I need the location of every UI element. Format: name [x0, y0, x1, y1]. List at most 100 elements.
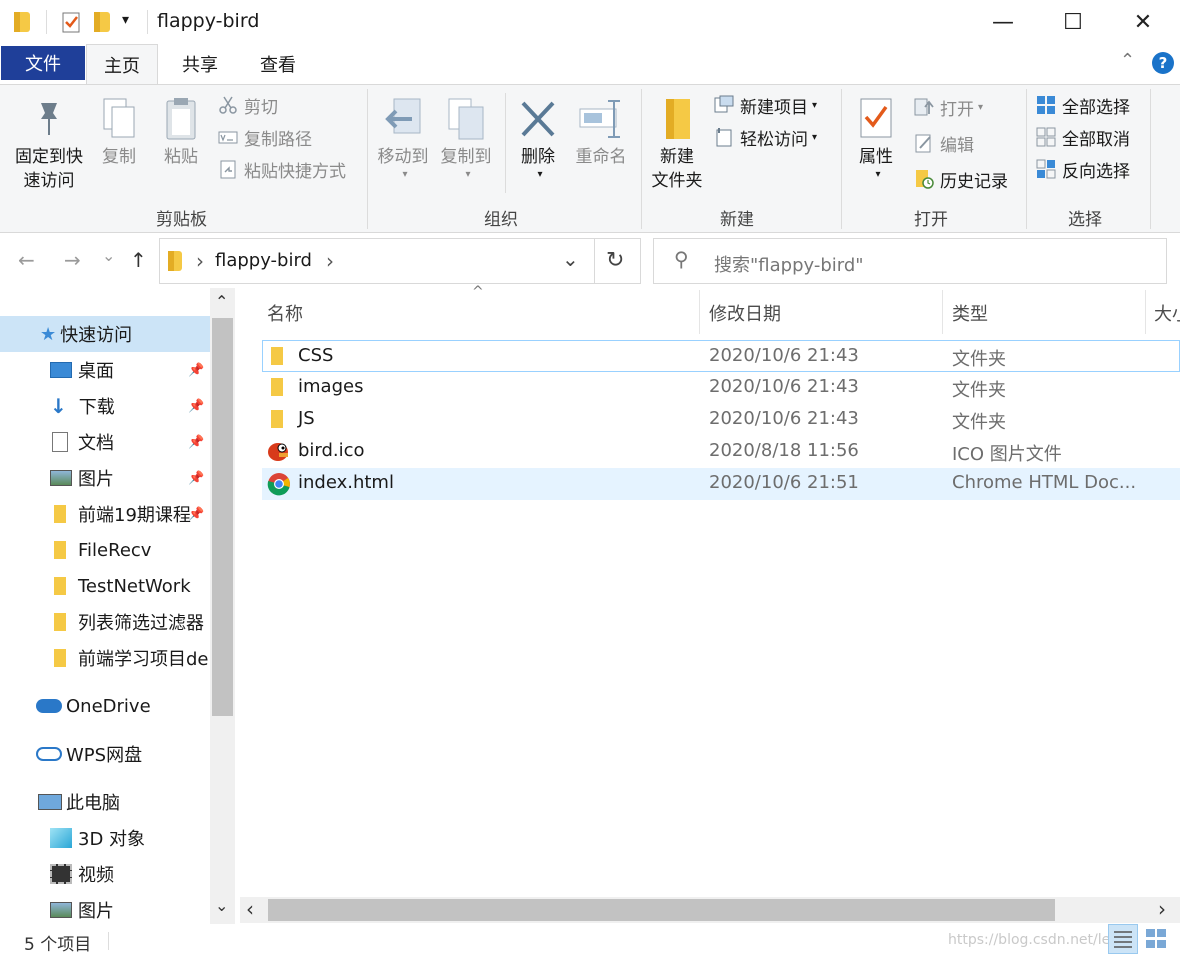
- quick-access-dropdown-icon[interactable]: ▾: [122, 12, 129, 28]
- nav-item-course-folder[interactable]: 前端19期课程 📌: [0, 496, 210, 532]
- folder-icon: [54, 505, 66, 523]
- nav-item-3d-objects[interactable]: 3D 对象: [0, 820, 210, 856]
- column-header-size[interactable]: 大小: [1154, 300, 1180, 326]
- delete-button[interactable]: 删除 ▾: [512, 97, 564, 187]
- search-placeholder[interactable]: 搜索"flappy-bird": [714, 251, 864, 277]
- tab-share[interactable]: 共享: [166, 44, 234, 84]
- details-view-button[interactable]: [1108, 924, 1138, 954]
- copy-path-button[interactable]: 复制路径: [218, 123, 312, 151]
- nav-pc-pictures-label: 图片: [78, 901, 114, 922]
- select-all-button[interactable]: 全部选择: [1036, 91, 1130, 119]
- file-list-hscroll-thumb[interactable]: [268, 899, 1055, 921]
- copy-to-button[interactable]: 复制到 ▾: [436, 97, 496, 187]
- tab-home[interactable]: 主页: [86, 44, 158, 84]
- large-icons-view-icon: [1146, 929, 1166, 948]
- nav-item-documents[interactable]: 文档 📌: [0, 424, 210, 460]
- ribbon-tabs: 文件 主页 共享 查看: [0, 44, 1180, 84]
- easy-access-button[interactable]: 轻松访问 ▾: [714, 123, 817, 151]
- nav-quick-access[interactable]: ★ 快速访问: [0, 316, 210, 352]
- file-row[interactable]: JS 2020/10/6 21:43 文件夹: [262, 404, 1180, 436]
- nav-item-videos[interactable]: 视频: [0, 856, 210, 892]
- scroll-right-icon[interactable]: ›: [1158, 897, 1166, 921]
- nav-item-list-filter[interactable]: 列表筛选过滤器: [0, 604, 210, 640]
- properties-button[interactable]: 属性 ▾: [848, 97, 904, 187]
- history-button[interactable]: 历史记录: [914, 165, 1008, 193]
- file-row[interactable]: bird.ico 2020/8/18 11:56 ICO 图片文件: [262, 436, 1180, 468]
- nav-onedrive[interactable]: OneDrive: [0, 688, 210, 724]
- new-folder-button[interactable]: 新建 文件夹: [646, 97, 708, 193]
- nav-wps-drive[interactable]: WPS网盘: [0, 736, 210, 772]
- forward-arrow-icon[interactable]: →: [64, 248, 81, 272]
- file-name: images: [298, 376, 364, 397]
- folder-icon: [271, 378, 283, 396]
- file-row[interactable]: images 2020/10/6 21:43 文件夹: [262, 372, 1180, 404]
- open-button[interactable]: 打开 ▾: [914, 93, 983, 121]
- column-header-date[interactable]: 修改日期: [709, 300, 781, 326]
- column-header-name[interactable]: 名称: [267, 300, 303, 326]
- invert-selection-button[interactable]: 反向选择: [1036, 155, 1130, 183]
- up-arrow-icon[interactable]: ↑: [130, 248, 147, 272]
- nav-item-downloads[interactable]: ↓ 下载 📌: [0, 388, 210, 424]
- nav-documents-label: 文档: [78, 433, 114, 454]
- tab-file[interactable]: 文件: [1, 46, 85, 80]
- back-arrow-icon[interactable]: ←: [18, 248, 35, 272]
- recent-locations-icon[interactable]: ⌄: [102, 246, 115, 265]
- paste-shortcut-button[interactable]: 粘贴快捷方式: [218, 155, 346, 183]
- pin-icon: 📌: [188, 434, 205, 450]
- refresh-icon[interactable]: ↻: [606, 248, 624, 273]
- edit-button[interactable]: 编辑: [914, 129, 974, 157]
- file-date: 2020/8/18 11:56: [709, 440, 859, 461]
- new-item-label: 新建项目: [740, 97, 808, 118]
- file-row[interactable]: index.html 2020/10/6 21:51 Chrome HTML D…: [262, 468, 1180, 500]
- nav-onedrive-label: OneDrive: [66, 695, 151, 717]
- search-box[interactable]: ⚲ 搜索"flappy-bird": [653, 238, 1167, 284]
- nav-item-testnetwork[interactable]: TestNetWork: [0, 568, 210, 604]
- nav-item-filerecv[interactable]: FileRecv: [0, 532, 210, 568]
- breadcrumb-separator-icon[interactable]: ›: [196, 249, 204, 273]
- new-folder-quick-icon[interactable]: [94, 12, 110, 32]
- nav-item-pictures[interactable]: 图片 📌: [0, 460, 210, 496]
- scroll-left-icon[interactable]: ‹: [246, 897, 254, 921]
- close-button[interactable]: ✕: [1108, 0, 1178, 44]
- scroll-down-icon[interactable]: ⌄: [215, 896, 228, 915]
- wps-cloud-icon: [36, 747, 62, 761]
- address-dropdown-icon[interactable]: ⌄: [562, 247, 579, 271]
- desktop-icon: [50, 362, 72, 378]
- nav-item-frontend-project[interactable]: 前端学习项目de: [0, 640, 210, 676]
- move-to-button[interactable]: 移动到 ▾: [372, 97, 434, 187]
- tab-view[interactable]: 查看: [244, 44, 312, 84]
- file-row[interactable]: CSS 2020/10/6 21:43 文件夹: [262, 340, 1180, 372]
- maximize-button[interactable]: ☐: [1038, 0, 1108, 44]
- folder-icon: [54, 613, 66, 631]
- column-header-type[interactable]: 类型: [952, 300, 988, 326]
- breadcrumb-trail-separator-icon[interactable]: ›: [326, 249, 334, 273]
- column-divider[interactable]: [1145, 290, 1146, 334]
- copy-button[interactable]: 复制: [96, 97, 142, 169]
- select-none-button[interactable]: 全部取消: [1036, 123, 1130, 151]
- subgroup-separator: [505, 93, 506, 193]
- address-bar[interactable]: › flappy-bird › ⌄ ↻: [159, 238, 641, 284]
- nav-list-filter-label: 列表筛选过滤器: [78, 613, 204, 634]
- breadcrumb-segment[interactable]: flappy-bird: [215, 250, 312, 271]
- nav-item-desktop[interactable]: 桌面 📌: [0, 352, 210, 388]
- minimize-button[interactable]: —: [968, 0, 1038, 44]
- sort-indicator-icon: ^: [472, 284, 484, 300]
- scroll-up-icon[interactable]: ⌃: [215, 292, 228, 311]
- help-icon[interactable]: ?: [1152, 52, 1174, 74]
- cut-button[interactable]: 剪切: [218, 91, 278, 119]
- easy-access-icon: [714, 127, 734, 147]
- properties-quick-icon[interactable]: [60, 11, 82, 33]
- nav-this-pc[interactable]: 此电脑: [0, 784, 210, 820]
- column-divider[interactable]: [699, 290, 700, 334]
- column-divider[interactable]: [942, 290, 943, 334]
- rename-button[interactable]: 重命名: [570, 97, 632, 169]
- nav-pane-scroll-thumb[interactable]: [212, 318, 233, 716]
- new-item-button[interactable]: 新建项目 ▾: [714, 91, 817, 119]
- collapse-ribbon-icon[interactable]: ⌃: [1120, 50, 1135, 71]
- nav-item-pc-pictures[interactable]: 图片: [0, 892, 210, 928]
- pin-to-quick-access-button[interactable]: 固定到快 速访问: [8, 97, 90, 193]
- window-title: flappy-bird: [157, 10, 260, 32]
- large-icons-view-button[interactable]: [1142, 924, 1172, 954]
- paste-button[interactable]: 粘贴: [158, 97, 204, 169]
- file-type: ICO 图片文件: [952, 444, 1062, 465]
